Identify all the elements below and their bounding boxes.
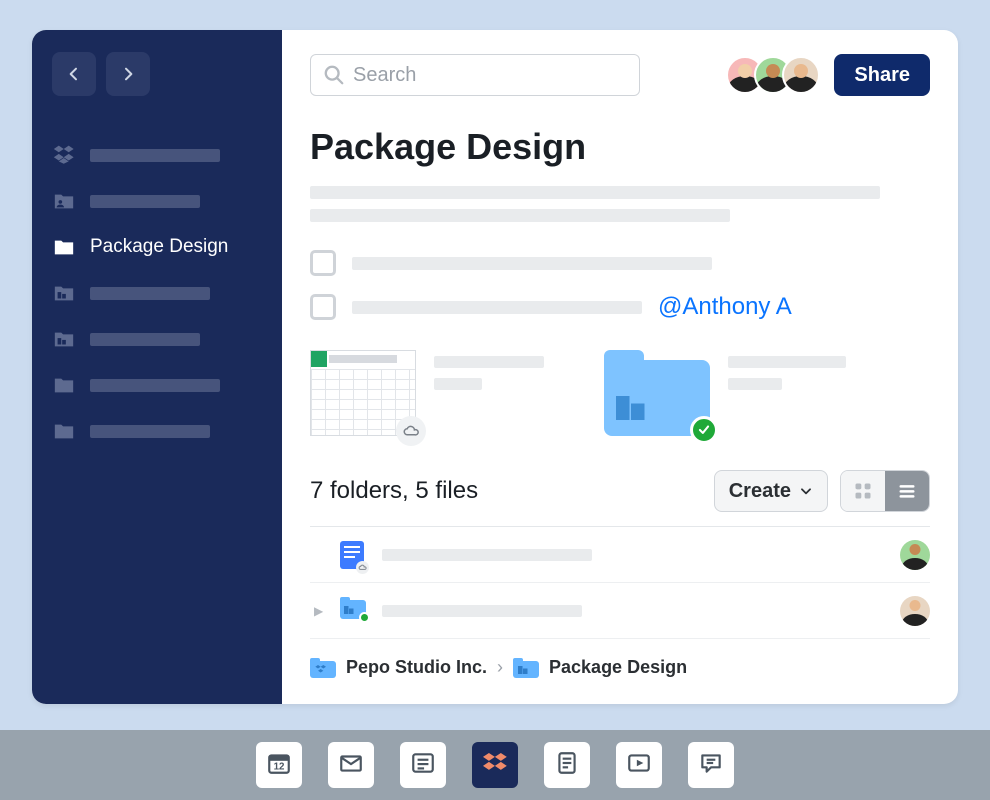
company-folder-dim-icon xyxy=(52,281,76,305)
calendar-icon: 12 xyxy=(266,750,292,781)
sidebar-item[interactable]: Package Design xyxy=(52,224,262,270)
mail-icon xyxy=(338,750,364,781)
mention-link[interactable]: @Anthony A xyxy=(658,293,792,321)
sidebar-item-placeholder xyxy=(90,333,200,346)
file-meta-placeholder xyxy=(728,378,782,390)
list-icon xyxy=(410,750,436,781)
description-placeholder xyxy=(310,209,730,222)
file-cards xyxy=(310,350,930,436)
dropbox-icon xyxy=(481,749,509,782)
checkbox[interactable] xyxy=(310,250,336,276)
folder-icon xyxy=(310,658,336,678)
svg-text:12: 12 xyxy=(274,761,285,772)
folder-dim-icon xyxy=(52,419,76,443)
sidebar-item[interactable] xyxy=(52,132,262,178)
avatar[interactable] xyxy=(782,56,820,94)
dock-doc-button[interactable] xyxy=(544,742,590,788)
folder-icon xyxy=(513,658,539,678)
file-name-placeholder xyxy=(382,605,582,617)
sidebar-item-placeholder xyxy=(90,425,210,438)
sidebar-item-placeholder xyxy=(90,287,210,300)
task-row: @Anthony A xyxy=(310,290,930,324)
file-name-placeholder xyxy=(382,549,592,561)
search-icon xyxy=(323,64,345,86)
page-title: Package Design xyxy=(310,126,930,168)
sidebar-item[interactable] xyxy=(52,178,262,224)
comment-icon xyxy=(698,750,724,781)
sidebar-item-placeholder xyxy=(90,149,220,162)
person-folder-icon xyxy=(52,189,76,213)
breadcrumb: Pepo Studio Inc. › Package Design xyxy=(310,639,930,678)
list-icon xyxy=(897,481,917,501)
dropbox-icon xyxy=(52,143,76,167)
top-bar: Share xyxy=(310,54,930,96)
dock-play-button[interactable] xyxy=(616,742,662,788)
file-meta-placeholder xyxy=(434,378,482,390)
company-folder-dim-icon xyxy=(52,327,76,351)
file-name-placeholder xyxy=(728,356,846,368)
dock-comment-button[interactable] xyxy=(688,742,734,788)
nav-back-button[interactable] xyxy=(52,52,96,96)
nav-forward-button[interactable] xyxy=(106,52,150,96)
sidebar-item-placeholder xyxy=(90,195,200,208)
file-row[interactable] xyxy=(310,527,930,583)
file-card[interactable] xyxy=(310,350,544,436)
item-count: 7 folders, 5 files xyxy=(310,477,702,505)
sidebar-item[interactable] xyxy=(52,316,262,362)
nav-arrows xyxy=(52,52,262,96)
breadcrumb-item[interactable]: Pepo Studio Inc. xyxy=(310,657,487,678)
sidebar-item[interactable] xyxy=(52,362,262,408)
list-view-button[interactable] xyxy=(885,471,929,511)
view-toggle xyxy=(840,470,930,512)
avatar[interactable] xyxy=(900,540,930,570)
sidebar-item-placeholder xyxy=(90,379,220,392)
sidebar-item[interactable] xyxy=(52,270,262,316)
avatar[interactable] xyxy=(900,596,930,626)
grid-icon xyxy=(853,481,873,501)
description-placeholder xyxy=(310,186,880,199)
dock-calendar-button[interactable]: 12 xyxy=(256,742,302,788)
main-panel: Share Package Design @Anthony A xyxy=(282,30,958,704)
sidebar: Package Design xyxy=(32,30,282,704)
file-card[interactable] xyxy=(604,350,846,436)
sidebar-item[interactable] xyxy=(52,408,262,454)
task-row xyxy=(310,246,930,280)
cloud-icon xyxy=(396,416,426,446)
play-icon xyxy=(626,750,652,781)
doc-icon xyxy=(340,541,364,569)
checkbox[interactable] xyxy=(310,294,336,320)
breadcrumb-item[interactable]: Package Design xyxy=(513,657,687,678)
task-placeholder xyxy=(352,301,642,314)
dock: 12 xyxy=(0,730,990,800)
file-name-placeholder xyxy=(434,356,544,368)
share-button[interactable]: Share xyxy=(834,54,930,96)
search-input[interactable] xyxy=(353,64,627,87)
sidebar-item-label: Package Design xyxy=(90,236,228,258)
doc-icon xyxy=(554,750,580,781)
folder-dim-icon xyxy=(52,373,76,397)
dock-mail-button[interactable] xyxy=(328,742,374,788)
dock-dropbox-button[interactable] xyxy=(472,742,518,788)
check-icon xyxy=(690,416,718,444)
app-window: Package Design Share Package Design @Ant… xyxy=(32,30,958,704)
breadcrumb-label: Pepo Studio Inc. xyxy=(346,657,487,678)
file-row[interactable]: ▶ xyxy=(310,583,930,639)
breadcrumb-label: Package Design xyxy=(549,657,687,678)
chevron-left-icon xyxy=(66,66,82,82)
chevron-down-icon xyxy=(799,484,813,498)
breadcrumb-separator: › xyxy=(497,657,503,678)
expand-toggle[interactable]: ▶ xyxy=(314,604,326,618)
create-label: Create xyxy=(729,480,791,503)
dock-list-button[interactable] xyxy=(400,742,446,788)
content-summary-row: 7 folders, 5 files Create xyxy=(310,470,930,512)
grid-view-button[interactable] xyxy=(841,471,885,511)
task-placeholder xyxy=(352,257,712,270)
create-button[interactable]: Create xyxy=(714,470,828,512)
folder-icon xyxy=(340,597,366,619)
search-box[interactable] xyxy=(310,54,640,96)
chevron-right-icon xyxy=(120,66,136,82)
company-folder-icon xyxy=(52,235,76,259)
file-list: ▶ xyxy=(310,527,930,639)
collaborator-avatars xyxy=(726,56,820,94)
